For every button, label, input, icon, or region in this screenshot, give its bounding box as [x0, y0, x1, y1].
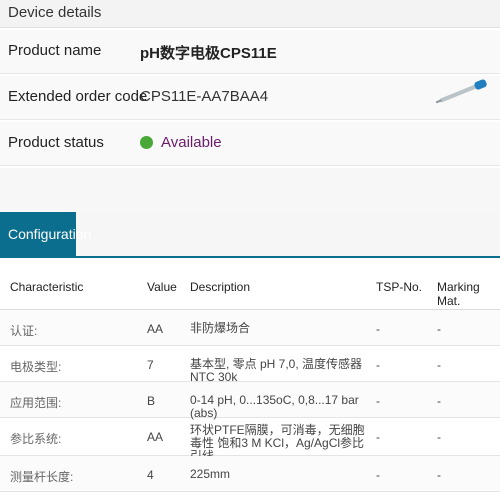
- table-row: 测量杆长度: 4 225mm - -: [0, 456, 500, 492]
- cell-value: 7: [147, 358, 154, 372]
- status-dot-icon: [140, 136, 153, 149]
- product-image: [435, 79, 487, 104]
- configuration-tab-bar: Configuration: [0, 212, 500, 258]
- product-name-label: Product name: [8, 42, 102, 59]
- product-name-row: Product name pH数字电极CPS11E: [0, 30, 500, 74]
- cell-description: 基本型, 零点 pH 7,0, 温度传感器 NTC 30k: [190, 357, 363, 384]
- cell-description: 非防爆场合: [190, 321, 251, 335]
- device-details-header: Device details: [0, 0, 500, 28]
- cell-tsp-no: -: [376, 322, 380, 336]
- extended-order-code-value: CPS11E-AA7BAA4: [140, 88, 269, 105]
- table-row: 电极类型: 7 基本型, 零点 pH 7,0, 温度传感器 NTC 30k - …: [0, 346, 500, 384]
- cell-characteristic: 应用范围:: [10, 396, 62, 410]
- cell-description: 0-14 pH, 0...135oC, 0,8...17 bar (abs): [190, 393, 359, 420]
- table-row: 认证: AA 非防爆场合 - -: [0, 310, 500, 346]
- cell-tsp-no: -: [376, 358, 380, 372]
- cell-tsp-no: -: [376, 468, 380, 482]
- extended-order-code-row: Extended order code CPS11E-AA7BAA4: [0, 76, 500, 120]
- cell-description: 225mm: [190, 467, 231, 481]
- column-header-characteristic: Characteristic: [10, 280, 84, 294]
- cell-characteristic: 测量杆长度:: [10, 470, 74, 484]
- cell-marking-mat: -: [437, 394, 441, 408]
- product-status-value: Available: [161, 134, 222, 151]
- cell-tsp-no: -: [376, 430, 380, 444]
- table-row: 参比系统: AA 环状PTFE隔膜，可消毒，无细胞毒性 饱和3 M KCl，Ag…: [0, 418, 500, 463]
- cell-characteristic: 电极类型:: [10, 360, 62, 374]
- cell-value: 4: [147, 468, 154, 482]
- product-status-row: Product status Available: [0, 122, 500, 166]
- cell-value: B: [147, 394, 156, 408]
- column-header-value: Value: [147, 280, 177, 294]
- table-header: Characteristic Value Description TSP-No.…: [0, 264, 500, 310]
- cell-characteristic: 参比系统:: [10, 432, 62, 446]
- cell-value: AA: [147, 322, 164, 336]
- cell-value: AA: [147, 430, 164, 444]
- extended-order-code-label: Extended order code: [8, 88, 148, 105]
- column-header-tsp-no: TSP-No.: [376, 280, 423, 294]
- cell-marking-mat: -: [437, 358, 441, 372]
- product-status-value-wrap: Available: [140, 134, 222, 151]
- device-details-spacer: [0, 168, 500, 212]
- table-row: 应用范围: B 0-14 pH, 0...135oC, 0,8...17 bar…: [0, 382, 500, 420]
- column-header-description: Description: [190, 280, 251, 294]
- device-page: Device details Product name pH数字电极CPS11E…: [0, 0, 500, 500]
- cell-tsp-no: -: [376, 394, 380, 408]
- device-details-title: Device details: [8, 4, 102, 21]
- cell-marking-mat: -: [437, 468, 441, 482]
- cell-characteristic: 认证:: [10, 324, 38, 338]
- column-header-marking-mat: Marking Mat.: [437, 280, 480, 308]
- cell-marking-mat: -: [437, 322, 441, 336]
- product-name-value: pH数字电极CPS11E: [140, 45, 277, 62]
- cell-marking-mat: -: [437, 430, 441, 444]
- product-status-label: Product status: [8, 134, 104, 151]
- tab-configuration[interactable]: Configuration: [0, 212, 91, 256]
